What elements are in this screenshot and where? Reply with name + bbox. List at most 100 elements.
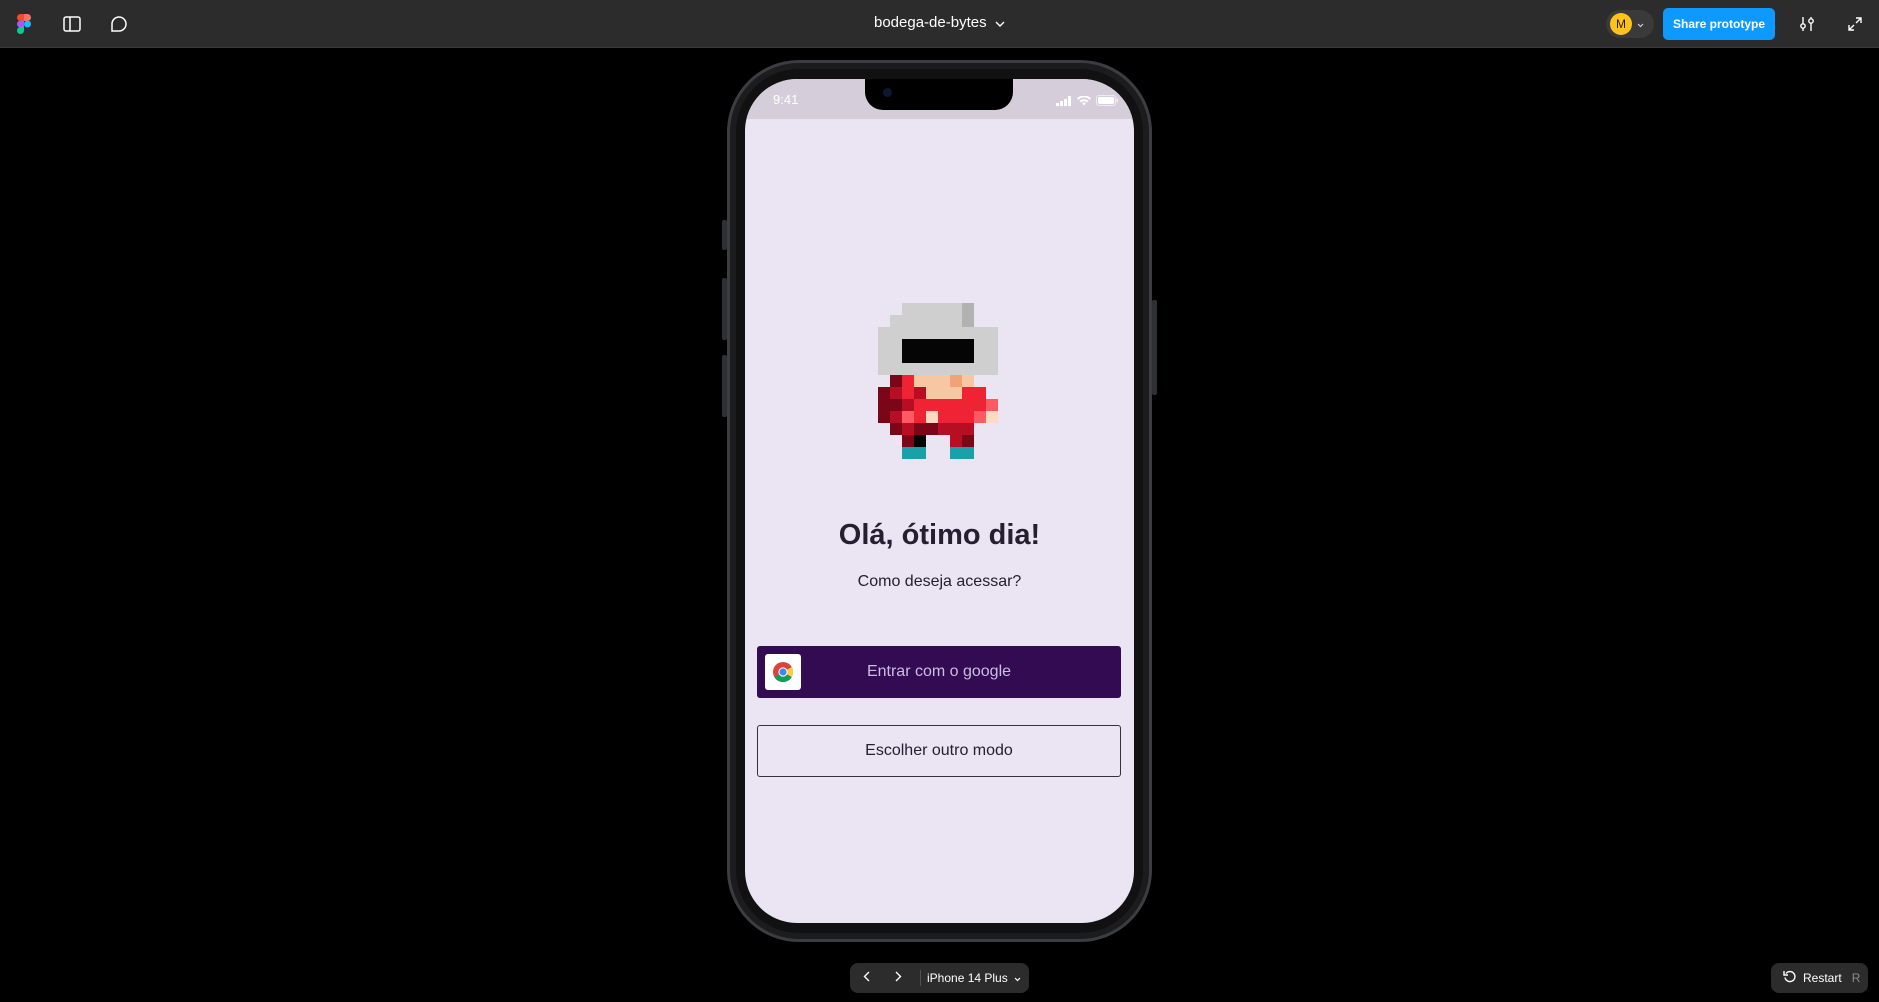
wifi-icon (1077, 93, 1091, 111)
pixel (926, 399, 938, 411)
phone-screen: 9:41 Olá, ótimo dia! Como deseja acessar… (745, 79, 1134, 923)
pixel (902, 435, 914, 447)
pixel (950, 303, 962, 315)
pixel (890, 327, 902, 339)
pixel (938, 399, 950, 411)
pixel (926, 327, 938, 339)
next-frame-button[interactable] (882, 963, 914, 993)
restart-icon (1783, 970, 1797, 986)
pixel (938, 351, 950, 363)
pixel (950, 411, 962, 423)
pixel (890, 339, 902, 351)
pixel (902, 375, 914, 387)
pixel (878, 399, 890, 411)
pixel (962, 387, 974, 399)
pixel (950, 327, 962, 339)
pixel (902, 339, 914, 351)
chevron-right-icon (895, 969, 902, 987)
pixel (926, 351, 938, 363)
pixel (926, 339, 938, 351)
expand-icon[interactable] (1843, 12, 1867, 36)
pixel (962, 315, 974, 327)
pixel (938, 411, 950, 423)
pixel (926, 303, 938, 315)
divider (920, 970, 921, 986)
user-menu[interactable]: M (1606, 10, 1654, 38)
pixel (902, 423, 914, 435)
pixel (938, 327, 950, 339)
pixel (974, 411, 986, 423)
pixel (926, 411, 938, 423)
pixel (890, 411, 902, 423)
greeting-heading: Olá, ótimo dia! (838, 519, 1041, 551)
restart-label: Restart (1803, 971, 1842, 985)
pixel (902, 303, 914, 315)
pixel (962, 447, 974, 459)
pixel (926, 363, 938, 375)
pixel (974, 351, 986, 363)
pixel (974, 339, 986, 351)
top-toolbar: bodega-de-bytes M Share prototype (0, 0, 1879, 48)
share-prototype-button[interactable]: Share prototype (1663, 8, 1775, 40)
document-title[interactable]: bodega-de-bytes (874, 14, 1005, 31)
previous-frame-button[interactable] (850, 963, 882, 993)
pixel (902, 387, 914, 399)
pixel (986, 411, 998, 423)
pixel (938, 423, 950, 435)
pixel (962, 339, 974, 351)
pixel (878, 327, 890, 339)
status-time: 9:41 (773, 92, 799, 107)
sidebar-panel-icon[interactable] (60, 12, 84, 36)
pixel (962, 363, 974, 375)
pixel (986, 327, 998, 339)
pixel (902, 327, 914, 339)
chevron-down-icon (995, 14, 1005, 31)
pixel (914, 327, 926, 339)
pixel (974, 387, 986, 399)
access-subtitle: Como deseja acessar? (857, 573, 1022, 590)
signal-icon (1056, 93, 1072, 111)
pixel (914, 387, 926, 399)
pixel (986, 351, 998, 363)
pixel (926, 375, 938, 387)
figma-logo-icon[interactable] (12, 12, 36, 36)
pixel (890, 423, 902, 435)
pixel (962, 423, 974, 435)
pixel (890, 399, 902, 411)
other-method-button[interactable]: Escolher outro modo (757, 725, 1121, 777)
pixel (914, 411, 926, 423)
pixel (962, 351, 974, 363)
pixel (950, 351, 962, 363)
restart-shortcut: R (1851, 971, 1861, 985)
pixel (878, 363, 890, 375)
device-name-label: iPhone 14 Plus (927, 971, 1008, 985)
pixel (914, 351, 926, 363)
restart-button[interactable]: Restart R (1771, 963, 1868, 993)
pixel (962, 327, 974, 339)
pixel (986, 399, 998, 411)
pixel (914, 423, 926, 435)
document-title-text: bodega-de-bytes (874, 14, 987, 31)
camera-icon (883, 88, 892, 97)
pixel (962, 399, 974, 411)
pixel (914, 435, 926, 447)
pixel (890, 387, 902, 399)
chevron-down-icon (1637, 15, 1644, 33)
google-login-button[interactable]: Entrar com o google (757, 646, 1121, 698)
chevron-left-icon (863, 969, 870, 987)
pixel (902, 399, 914, 411)
pixel (878, 387, 890, 399)
pixel (962, 435, 974, 447)
battery-icon (1096, 93, 1118, 111)
pixel (962, 375, 974, 387)
device-selector[interactable]: iPhone 14 Plus (927, 971, 1021, 985)
pixel (974, 327, 986, 339)
pixel (890, 375, 902, 387)
comment-icon[interactable] (107, 12, 131, 36)
settings-sliders-icon[interactable] (1795, 12, 1819, 36)
pixel (914, 399, 926, 411)
pixel (950, 375, 962, 387)
pixel (986, 339, 998, 351)
pixel (950, 363, 962, 375)
pixel (890, 351, 902, 363)
